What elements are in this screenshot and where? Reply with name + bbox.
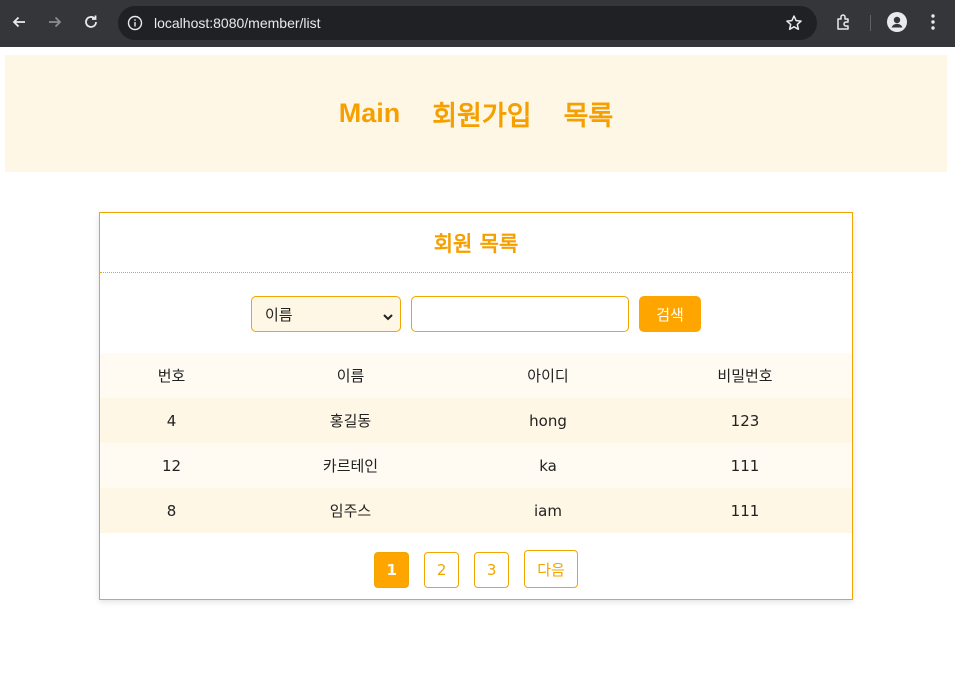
cell-number: 8 xyxy=(166,501,177,520)
search-button[interactable]: 검색 xyxy=(639,296,701,332)
site-header: Main 회원가입 목록 xyxy=(5,55,947,172)
browser-toolbar: localhost:8080/member/list xyxy=(0,0,955,47)
column-header-number: 번호 xyxy=(157,367,186,385)
toolbar-divider xyxy=(870,15,871,31)
cell-id: iam xyxy=(534,501,562,520)
card-title: 회원 목록 xyxy=(100,213,852,273)
cell-password: 123 xyxy=(730,411,760,430)
menu-kebab-icon[interactable] xyxy=(922,11,944,33)
member-table: 번호 이름 아이디 비밀번호 4 홍길동 hong 123 12 카르테인 ka… xyxy=(100,353,852,533)
page-button-1[interactable]: 1 xyxy=(374,552,410,588)
column-header-name: 이름 xyxy=(336,367,365,385)
site-info-icon[interactable] xyxy=(126,14,144,32)
column-header-id: 아이디 xyxy=(527,367,569,385)
search-input[interactable] xyxy=(411,296,629,332)
profile-avatar-icon[interactable] xyxy=(886,11,908,33)
cell-id: hong xyxy=(529,411,567,430)
cell-id: ka xyxy=(539,456,557,475)
nav-link-list[interactable]: 목록 xyxy=(564,94,614,133)
search-type-select[interactable]: 이름 xyxy=(251,296,401,332)
cell-password: 111 xyxy=(730,501,760,520)
next-page-button[interactable]: 다음 xyxy=(524,550,578,588)
table-row[interactable]: 12 카르테인 ka 111 xyxy=(100,443,852,488)
table-row[interactable]: 8 임주스 iam 111 xyxy=(100,488,852,533)
chevron-down-icon xyxy=(382,309,394,321)
search-form: 이름 검색 xyxy=(100,296,852,332)
cell-name: 임주스 xyxy=(329,502,372,520)
url-text[interactable]: localhost:8080/member/list xyxy=(154,6,321,40)
page-button-2[interactable]: 2 xyxy=(424,552,460,588)
member-list-card: 회원 목록 이름 검색 번호 이름 아이디 비밀번호 4 홍길동 hong 12… xyxy=(99,212,853,600)
search-type-selected: 이름 xyxy=(265,305,293,324)
page-button-3[interactable]: 3 xyxy=(474,552,510,588)
table-header-row: 번호 이름 아이디 비밀번호 xyxy=(100,353,852,398)
nav-link-main[interactable]: Main xyxy=(339,98,401,129)
back-arrow-icon[interactable] xyxy=(8,11,30,33)
pagination: 1 2 3 다음 xyxy=(100,550,852,588)
cell-name: 홍길동 xyxy=(329,412,372,430)
extensions-puzzle-icon[interactable] xyxy=(833,11,855,33)
cell-name: 카르테인 xyxy=(322,457,379,475)
address-bar[interactable]: localhost:8080/member/list xyxy=(118,6,817,40)
forward-arrow-icon[interactable] xyxy=(44,11,66,33)
table-row[interactable]: 4 홍길동 hong 123 xyxy=(100,398,852,443)
cell-number: 12 xyxy=(161,456,182,475)
nav-link-join[interactable]: 회원가입 xyxy=(432,94,531,133)
cell-password: 111 xyxy=(730,456,760,475)
column-header-password: 비밀번호 xyxy=(717,367,773,385)
bookmark-star-icon[interactable] xyxy=(785,14,803,32)
cell-number: 4 xyxy=(166,411,177,430)
reload-icon[interactable] xyxy=(80,11,102,33)
